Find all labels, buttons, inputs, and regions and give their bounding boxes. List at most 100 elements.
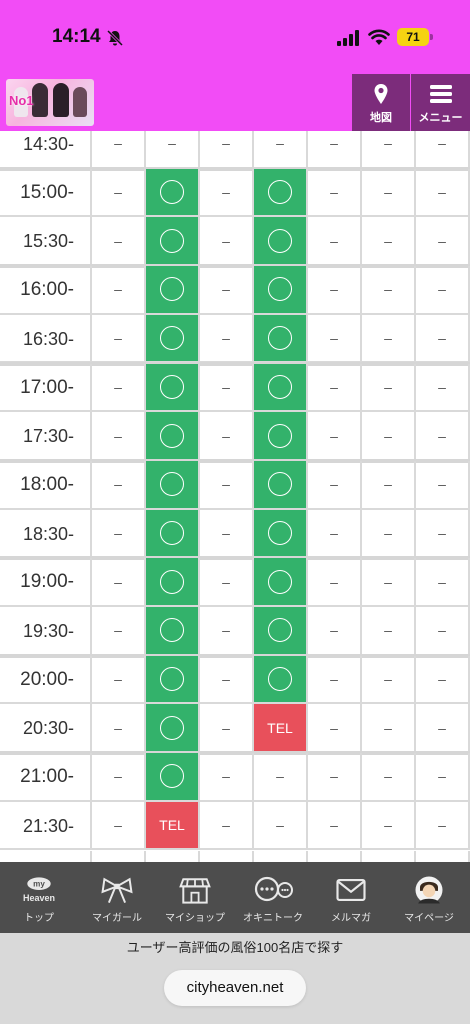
map-label: 地図 bbox=[370, 112, 392, 124]
nav-label-okini-talk: オキニトーク bbox=[243, 913, 303, 924]
slot-available[interactable] bbox=[254, 607, 308, 656]
slot-available[interactable] bbox=[146, 314, 200, 364]
app-screen: 14:14 71 No1 地図 メニュー 14:30- – – – – – – … bbox=[0, 0, 470, 1024]
nav-my-girl[interactable]: マイガール bbox=[78, 862, 156, 933]
slot-unavailable: – bbox=[308, 558, 362, 607]
available-circle-icon bbox=[268, 277, 292, 302]
slot-available[interactable] bbox=[254, 509, 308, 559]
slot-unavailable: – bbox=[416, 266, 470, 315]
nav-top[interactable]: my Heaven トップ bbox=[0, 862, 78, 933]
slot-unavailable: – bbox=[92, 131, 146, 169]
slot-available[interactable] bbox=[254, 558, 308, 607]
nav-my-page[interactable]: マイページ bbox=[390, 862, 468, 933]
available-circle-icon bbox=[268, 472, 292, 497]
slot-unavailable: – bbox=[362, 217, 416, 267]
available-circle-icon bbox=[160, 277, 184, 302]
map-pin-icon bbox=[374, 84, 388, 104]
slot-available[interactable] bbox=[146, 704, 200, 754]
time-label: 19:00- bbox=[0, 558, 92, 607]
time-label: 17:00- bbox=[0, 363, 92, 413]
slot-available[interactable] bbox=[146, 168, 200, 218]
slot-unavailable: – bbox=[416, 558, 470, 607]
ribbon-icon bbox=[101, 877, 133, 903]
nav-okini-talk[interactable]: オキニトーク bbox=[234, 862, 312, 933]
schedule-row bbox=[0, 850, 470, 862]
slot-unavailable: – bbox=[362, 607, 416, 656]
slot-unavailable: – bbox=[92, 607, 146, 656]
slot-unavailable: – bbox=[362, 753, 416, 802]
slot-unavailable: – bbox=[308, 509, 362, 559]
slot-unavailable: – bbox=[200, 363, 254, 413]
time-label bbox=[0, 850, 92, 862]
slot-unavailable: – bbox=[92, 558, 146, 607]
schedule-row: 21:30- – TEL – – – – – bbox=[0, 801, 470, 851]
slot-available[interactable] bbox=[254, 363, 308, 413]
slot-available[interactable] bbox=[146, 460, 200, 510]
schedule-row: 16:30- – – – – – bbox=[0, 314, 470, 364]
slot-unavailable: – bbox=[308, 607, 362, 656]
avatar-icon bbox=[415, 876, 443, 904]
slot-available[interactable] bbox=[254, 168, 308, 218]
slot-available[interactable] bbox=[254, 460, 308, 510]
nav-mail-magazine[interactable]: メルマガ bbox=[312, 862, 390, 933]
slot-unavailable: – bbox=[92, 363, 146, 413]
slot-unavailable: – bbox=[416, 509, 470, 559]
slot-empty bbox=[92, 850, 146, 862]
slot-unavailable: – bbox=[416, 217, 470, 267]
slot-available[interactable] bbox=[146, 217, 200, 267]
slot-unavailable: – bbox=[308, 655, 362, 705]
nav-my-shop[interactable]: マイショップ bbox=[156, 862, 234, 933]
slot-unavailable: – bbox=[200, 131, 254, 169]
slot-tel[interactable]: TEL bbox=[146, 801, 200, 851]
schedule-row: 20:30- – – TEL – – – bbox=[0, 704, 470, 754]
footer-tagline[interactable]: ユーザー高評価の風俗100名店で探す bbox=[0, 937, 470, 956]
slot-unavailable: – bbox=[92, 266, 146, 315]
available-circle-icon bbox=[160, 715, 184, 740]
available-circle-icon bbox=[160, 228, 184, 253]
time-label: 14:30- bbox=[0, 131, 92, 169]
mail-icon bbox=[336, 879, 366, 901]
slot-tel[interactable]: TEL bbox=[254, 704, 308, 754]
slot-unavailable: – bbox=[308, 314, 362, 364]
schedule-row: 14:30- – – – – – – – bbox=[0, 131, 470, 169]
site-logo[interactable]: No1 bbox=[6, 79, 94, 126]
nav-label-my-shop: マイショップ bbox=[165, 913, 225, 924]
menu-button[interactable]: メニュー bbox=[411, 74, 470, 131]
slot-unavailable: – bbox=[416, 168, 470, 218]
slot-unavailable: – bbox=[200, 509, 254, 559]
slot-available[interactable] bbox=[146, 266, 200, 315]
slot-empty bbox=[362, 850, 416, 862]
slot-unavailable: – bbox=[254, 131, 308, 169]
slot-unavailable: – bbox=[362, 704, 416, 754]
slot-unavailable: – bbox=[416, 753, 470, 802]
slot-unavailable: – bbox=[92, 314, 146, 364]
slot-available[interactable] bbox=[146, 607, 200, 656]
slot-unavailable: – bbox=[308, 460, 362, 510]
slot-available[interactable] bbox=[146, 558, 200, 607]
slot-available[interactable] bbox=[254, 314, 308, 364]
slot-empty bbox=[416, 850, 470, 862]
time-label: 20:30- bbox=[0, 704, 92, 754]
map-button[interactable]: 地図 bbox=[352, 74, 410, 131]
slot-unavailable: – bbox=[308, 363, 362, 413]
slot-available[interactable] bbox=[254, 266, 308, 315]
slot-available[interactable] bbox=[254, 217, 308, 267]
slot-unavailable: – bbox=[92, 753, 146, 802]
slot-unavailable: – bbox=[362, 314, 416, 364]
slot-unavailable: – bbox=[416, 412, 470, 461]
slot-available[interactable] bbox=[146, 655, 200, 705]
slot-available[interactable] bbox=[254, 412, 308, 461]
available-circle-icon bbox=[268, 667, 292, 692]
slot-available[interactable] bbox=[254, 655, 308, 705]
url-bar[interactable]: cityheaven.net bbox=[164, 970, 306, 1006]
slot-unavailable: – bbox=[92, 801, 146, 851]
slot-available[interactable] bbox=[146, 509, 200, 559]
schedule-row: 17:00- – – – – – bbox=[0, 363, 470, 413]
slot-available[interactable] bbox=[146, 753, 200, 802]
slot-unavailable: – bbox=[92, 704, 146, 754]
slot-unavailable: – bbox=[92, 509, 146, 559]
nav-label-my-girl: マイガール bbox=[92, 913, 142, 924]
slot-available[interactable] bbox=[146, 363, 200, 413]
time-label: 18:30- bbox=[0, 509, 92, 559]
slot-available[interactable] bbox=[146, 412, 200, 461]
